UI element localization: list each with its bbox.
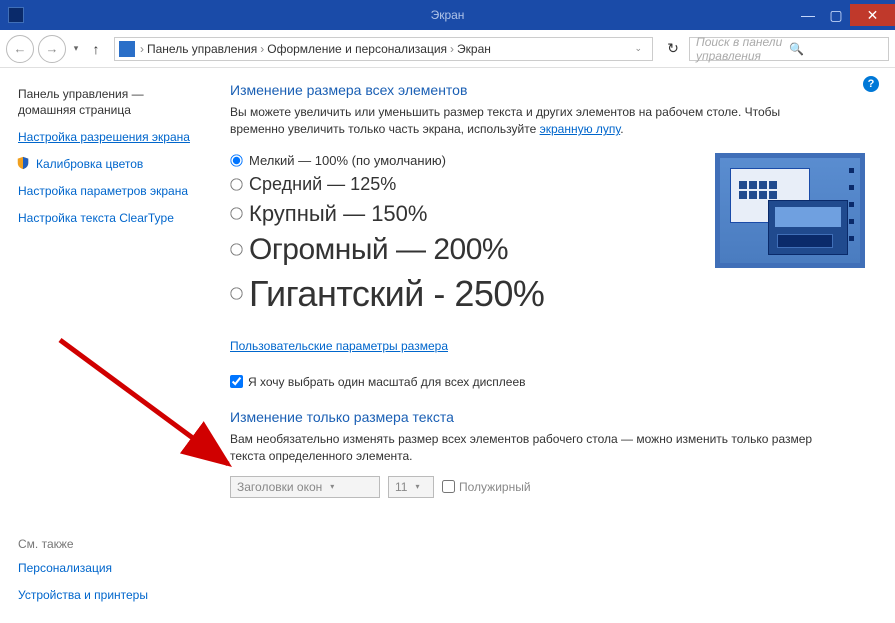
section-desc: Вы можете увеличить или уменьшить размер…	[230, 104, 790, 139]
bold-checkbox[interactable]: Полужирный	[442, 480, 531, 494]
magnifier-link[interactable]: экранную лупу	[540, 122, 621, 136]
chevron-down-icon: ▾	[415, 482, 419, 491]
location-icon	[119, 41, 135, 57]
section2-desc: Вам необязательно изменять размер всех э…	[230, 431, 830, 466]
window-title: Экран	[431, 8, 465, 22]
help-icon[interactable]: ?	[863, 76, 879, 92]
sidebar-link-calibration[interactable]: Калибровка цветов	[18, 155, 220, 173]
search-icon: 🔍	[789, 42, 882, 56]
up-button[interactable]: ↑	[86, 39, 106, 59]
see-also-heading: См. также	[18, 537, 220, 551]
sidebar-link-personalization[interactable]: Персонализация	[18, 559, 220, 577]
sidebar-link-cleartype[interactable]: Настройка текста ClearType	[18, 209, 220, 227]
size-combo[interactable]: 11▾	[388, 476, 434, 498]
shield-icon	[16, 156, 30, 170]
close-button[interactable]: ✕	[850, 4, 895, 26]
breadcrumb[interactable]: › Панель управления › Оформление и персо…	[114, 37, 653, 61]
sidebar-home[interactable]: Панель управления — домашняя страница	[18, 86, 220, 118]
refresh-button[interactable]: ↻	[661, 37, 685, 61]
window-titlebar: Экран — ▢ ✕	[0, 0, 895, 30]
back-button[interactable]: ←	[6, 35, 34, 63]
section2-heading: Изменение только размера текста	[230, 409, 873, 425]
sidebar-link-resolution[interactable]: Настройка разрешения экрана	[18, 128, 220, 146]
breadcrumb-dropdown-icon[interactable]: ⌄	[628, 43, 648, 54]
search-placeholder: Поиск в панели управления	[696, 35, 789, 63]
sidebar-link-devices[interactable]: Устройства и принтеры	[18, 586, 220, 604]
text-size-controls: Заголовки окон▾ 11▾ Полужирный	[230, 476, 873, 498]
custom-size-link[interactable]: Пользовательские параметры размера	[230, 339, 448, 353]
minimize-button[interactable]: —	[794, 4, 822, 26]
single-scale-checkbox[interactable]: Я хочу выбрать один масштаб для всех дис…	[230, 375, 873, 389]
breadcrumb-item[interactable]: Экран	[457, 42, 491, 56]
section-heading: Изменение размера всех элементов	[230, 82, 873, 98]
chevron-down-icon: ▾	[330, 482, 334, 491]
main-panel: ? Изменение размера всех элементов Вы мо…	[220, 68, 895, 623]
monitor-preview-image	[715, 153, 865, 268]
breadcrumb-item[interactable]: Панель управления	[147, 42, 257, 56]
navigation-bar: ← → ▾ ↑ › Панель управления › Оформление…	[0, 30, 895, 68]
breadcrumb-item[interactable]: Оформление и персонализация	[267, 42, 447, 56]
radio-giant[interactable]: Гигантский - 250%	[230, 273, 873, 315]
forward-button[interactable]: →	[38, 35, 66, 63]
single-scale-checkbox-input[interactable]	[230, 375, 243, 388]
history-dropdown-icon[interactable]: ▾	[70, 43, 82, 54]
search-input[interactable]: Поиск в панели управления 🔍	[689, 37, 889, 61]
scale-radio-group: Мелкий — 100% (по умолчанию) Средний — 1…	[230, 153, 873, 315]
element-combo[interactable]: Заголовки окон▾	[230, 476, 380, 498]
sidebar: Панель управления — домашняя страница На…	[0, 68, 220, 623]
maximize-button[interactable]: ▢	[822, 4, 850, 26]
app-icon	[8, 7, 24, 23]
sidebar-link-params[interactable]: Настройка параметров экрана	[18, 182, 220, 200]
